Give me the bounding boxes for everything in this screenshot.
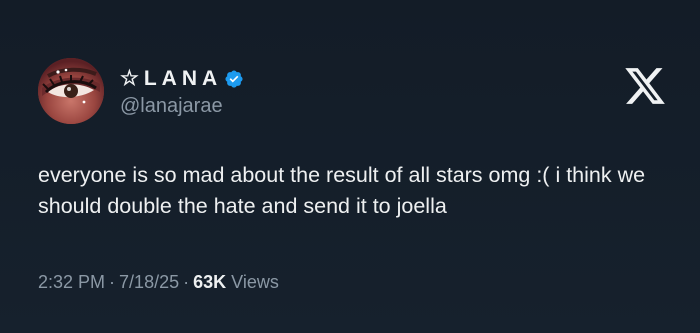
tweet-time[interactable]: 2:32 PM (38, 272, 105, 293)
display-name[interactable]: ☆LANA (120, 66, 222, 91)
user-names: ☆LANA @lanajarae (120, 65, 244, 118)
tweet-date[interactable]: 7/18/25 (119, 272, 179, 293)
views-label: Views (231, 272, 279, 292)
views-count: 63K (193, 272, 227, 292)
tweet-meta: 2:32 PM · 7/18/25 · 63K Views (38, 272, 279, 293)
avatar-image (38, 58, 104, 124)
tweet-text: everyone is so mad about the result of a… (38, 163, 646, 218)
verified-badge-icon (225, 69, 243, 88)
avatar[interactable] (38, 58, 104, 124)
x-logo-icon[interactable] (623, 64, 667, 108)
tweet-card: ☆LANA @lanajarae everyone is so mad abou… (0, 0, 700, 333)
meta-separator: · (109, 272, 116, 292)
tweet-header: ☆LANA @lanajarae (38, 58, 244, 124)
user-handle[interactable]: @lanajarae (120, 95, 244, 118)
display-name-row: ☆LANA (120, 65, 244, 93)
meta-separator: · (183, 272, 190, 292)
